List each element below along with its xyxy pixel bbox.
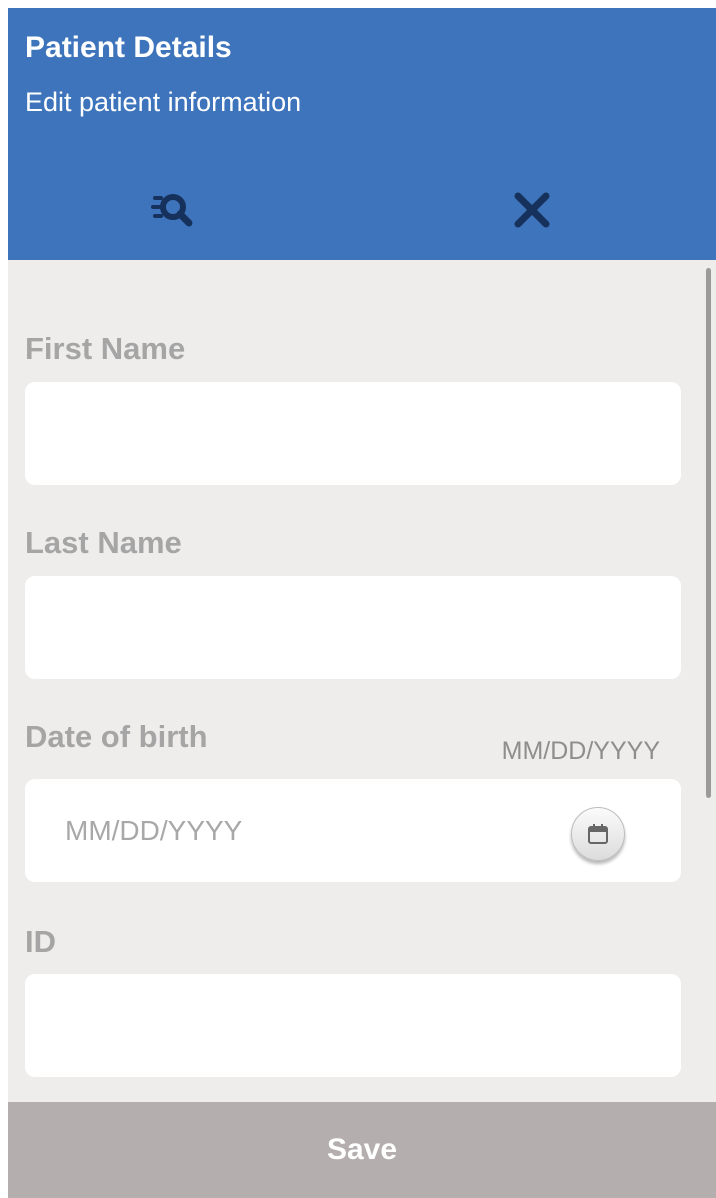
search-icon [151,194,193,227]
dob-format-hint: MM/DD/YYYY [501,737,660,765]
calendar-button[interactable] [571,807,625,861]
close-button[interactable] [502,180,562,240]
scrollbar[interactable] [706,268,711,798]
page-subtitle: Edit patient information [25,87,302,117]
page-title: Patient Details [25,31,232,64]
id-field[interactable] [25,974,681,1077]
save-button[interactable]: Save [8,1102,716,1198]
last-name-field[interactable] [25,576,681,679]
form-content: First Name Last Name Date of birth MM/DD… [8,260,716,1102]
dob-label: Date of birth [25,719,208,754]
close-icon [514,192,550,228]
patient-details-panel: Patient Details Edit patient information… [8,8,716,1198]
search-button[interactable] [143,180,203,240]
id-label: ID [25,924,56,959]
last-name-label: Last Name [25,525,182,560]
first-name-field[interactable] [25,382,681,485]
header: Patient Details Edit patient information [8,8,716,260]
first-name-label: First Name [25,331,186,366]
calendar-icon [588,824,608,844]
